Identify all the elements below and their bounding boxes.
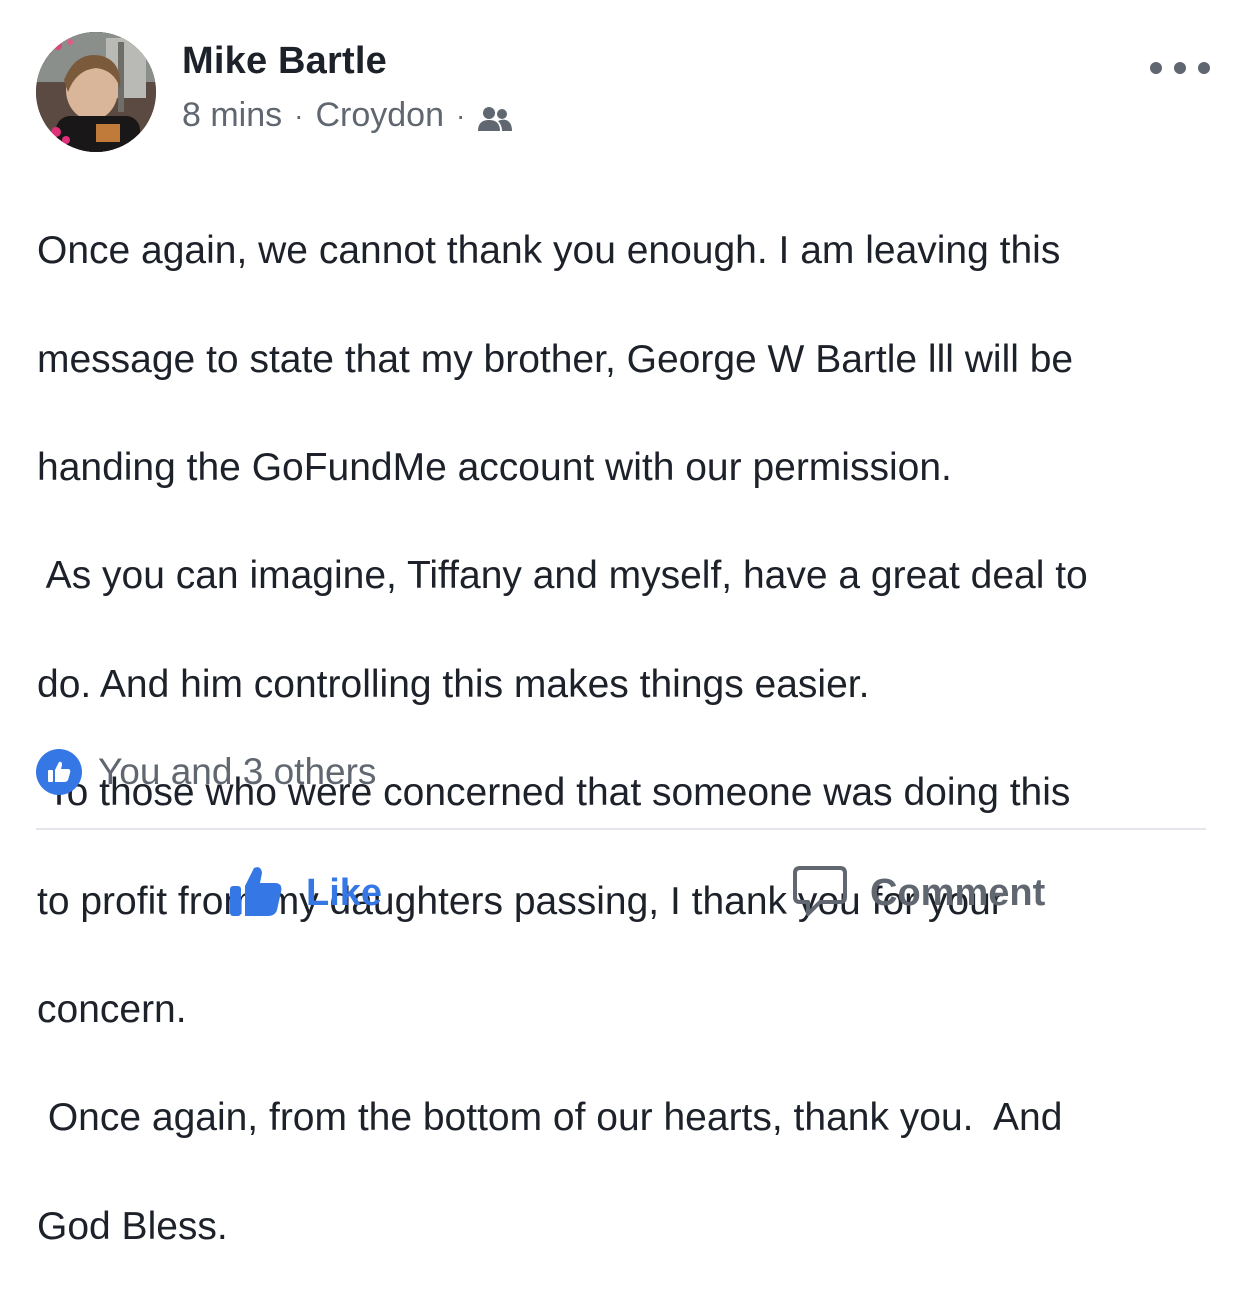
- post-text-line: concern.: [37, 988, 187, 1032]
- post-card: Mike Bartle 8 mins · Croydon · Once agai…: [0, 0, 1242, 1248]
- comment-button[interactable]: Comment: [792, 856, 1045, 930]
- meta-separator: ·: [455, 99, 466, 131]
- comment-icon: [792, 864, 848, 923]
- more-dot: [1174, 62, 1186, 74]
- more-options-button[interactable]: [1150, 56, 1210, 80]
- more-dot: [1198, 62, 1210, 74]
- post-text: Once again, we cannot thank you enough. …: [37, 170, 1217, 1308]
- author-name[interactable]: Mike Bartle: [182, 40, 387, 83]
- post-location[interactable]: Croydon: [315, 96, 444, 135]
- like-button[interactable]: Like: [228, 856, 382, 930]
- post-text-line: handing the GoFundMe account with our pe…: [37, 446, 952, 490]
- meta-separator: ·: [294, 99, 304, 131]
- comment-button-label: Comment: [870, 871, 1046, 914]
- like-button-label: Like: [306, 871, 383, 914]
- post-text-line: As you can imagine, Tiffany and myself, …: [37, 554, 1088, 598]
- post-text-line: do. And him controlling this makes thing…: [37, 662, 870, 706]
- post-text-line: Once again, we cannot thank you enough. …: [37, 229, 1061, 273]
- reactions-count-text: You and 3 others: [98, 751, 377, 792]
- like-reaction-icon: [36, 749, 82, 795]
- post-text-line: message to state that my brother, George…: [37, 337, 1074, 381]
- post-text-line: Once again, from the bottom of our heart…: [37, 1096, 1063, 1140]
- more-dot: [1150, 62, 1162, 74]
- post-meta: 8 mins · Croydon ·: [182, 96, 513, 135]
- avatar[interactable]: [36, 32, 156, 152]
- thumbs-up-icon: [228, 864, 284, 923]
- post-text-line: God Bless.: [37, 1204, 228, 1248]
- friends-icon: [477, 103, 513, 131]
- divider: [36, 828, 1206, 830]
- reactions-summary[interactable]: You and 3 others: [36, 746, 376, 798]
- post-time[interactable]: 8 mins: [182, 96, 282, 135]
